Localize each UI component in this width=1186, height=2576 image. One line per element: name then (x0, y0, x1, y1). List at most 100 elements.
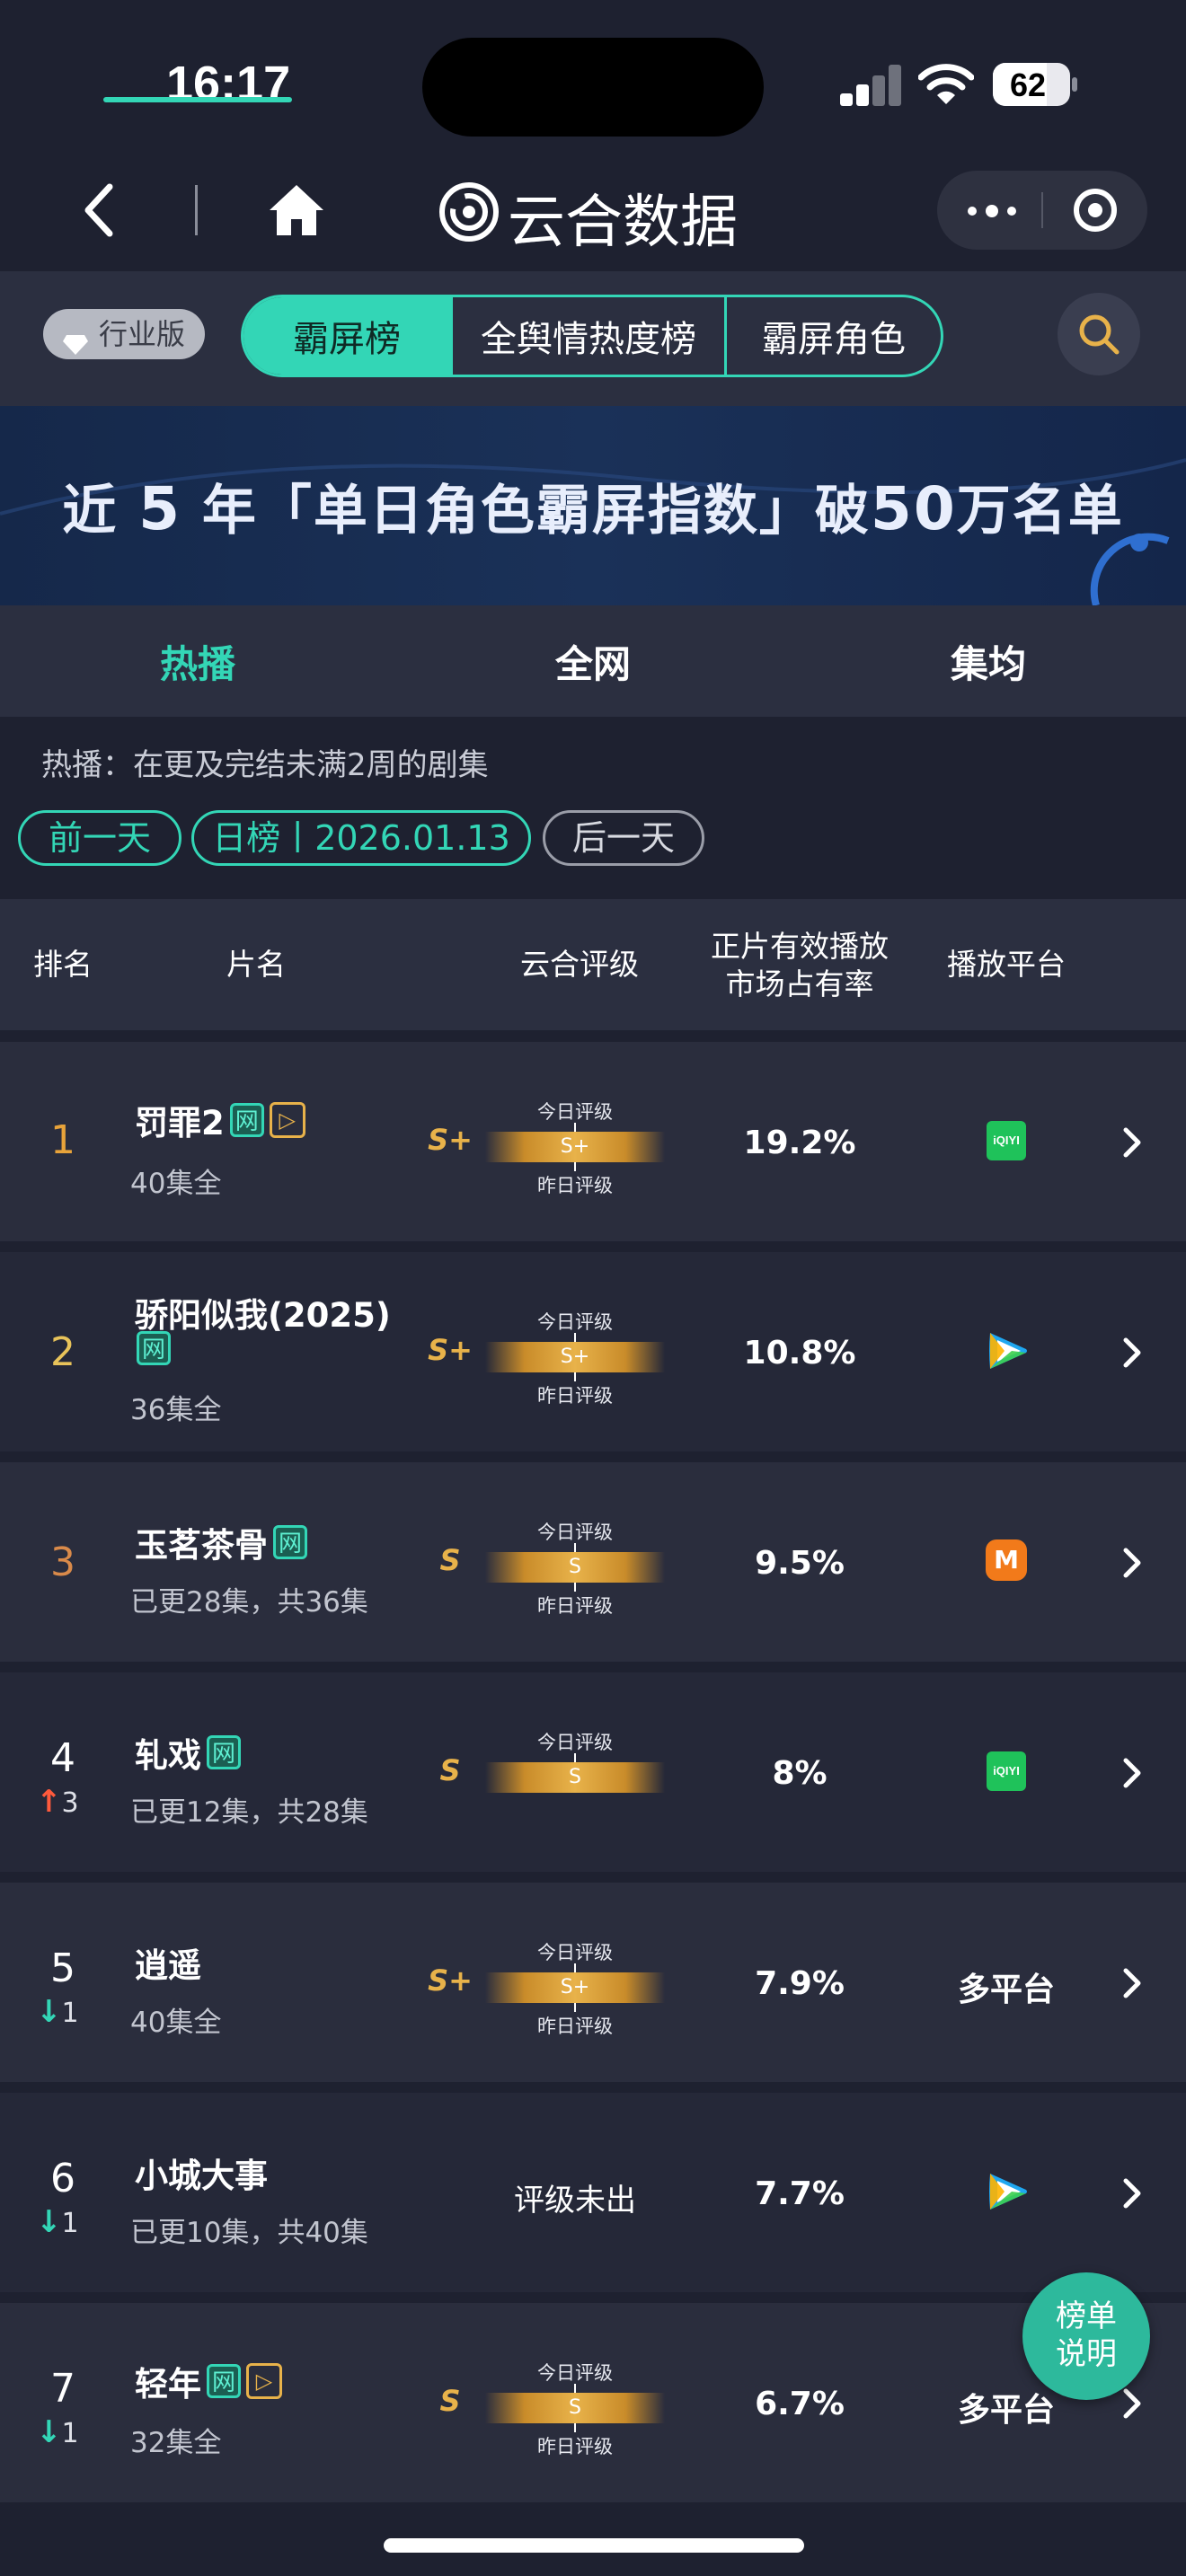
arrow-up-icon: ↑ (36, 1784, 62, 1820)
rank-change: ↓1 (36, 1994, 79, 2030)
header-share: 正片有效播放 市场占有率 (711, 929, 889, 1001)
table-row[interactable]: 3 玉茗茶骨 网 已更28集，共36集 S 今日评级 S 昨日评级 9.5% M (0, 1462, 1186, 1662)
rating-pending: 评级未出 (514, 2183, 636, 2219)
back-icon[interactable] (81, 181, 117, 239)
table-row[interactable]: 7 ↓1 轻年 网 ▷ 32集全 S 今日评级 S 昨日评级 6.7% 多平台 (0, 2303, 1186, 2502)
chevron-right-icon[interactable] (1121, 1547, 1143, 1579)
chevron-right-icon[interactable] (1121, 1126, 1143, 1159)
date-selector[interactable]: 日榜丨2026.01.13 (191, 810, 531, 866)
rank-number: 4 (50, 1735, 75, 1781)
header-platform: 播放平台 (947, 947, 1066, 982)
table-row[interactable]: 1 罚罪2 网 ▷ 40集全 S+ 今日评级 S+ 昨日评级 19.2% iQI… (0, 1042, 1186, 1241)
home-icon[interactable] (268, 183, 325, 237)
rating-grade: S (439, 1543, 461, 1577)
episode-info: 已更10集，共40集 (130, 2217, 368, 2249)
rating-bar: 今日评级 S+ 昨日评级 (485, 1308, 665, 1425)
wifi-icon (918, 64, 974, 104)
header-rank: 排名 (33, 947, 93, 982)
industry-edition-badge[interactable]: 行业版 (43, 309, 205, 359)
ranking-type-segment: 霸屏榜 全舆情热度榜 霸屏角色 (241, 295, 943, 377)
rating-bar: 今日评级 S (485, 1728, 665, 1845)
market-share: 7.9% (755, 1965, 845, 2002)
status-time: 16:17 (166, 57, 291, 110)
diamond-icon (63, 322, 88, 355)
next-day-button[interactable]: 后一天 (543, 810, 704, 866)
table-row[interactable]: 4 ↑3 轧戏 网 已更12集，共28集 S 今日评级 S 8% iQIYI (0, 1672, 1186, 1872)
ranking-explanation-button[interactable]: 榜单 说明 (1022, 2272, 1150, 2400)
rank-change: ↓1 (36, 2414, 79, 2450)
banner-title: 近 5 年「单日角色霸屏指数」破50万名单 (62, 474, 1124, 543)
tab-hot[interactable]: 热播 (63, 634, 332, 689)
episode-info: 已更12集，共28集 (130, 1796, 368, 1829)
rating-grade: S (439, 2384, 461, 2418)
episode-info: 40集全 (130, 2007, 222, 2039)
rating-bar: 今日评级 S+ 昨日评级 (485, 1098, 665, 1214)
platform-mgtv-icon: M (952, 1539, 1060, 1581)
show-title: 逍遥 (135, 1946, 201, 1985)
table-row[interactable]: 6 ↓1 小城大事 已更10集，共40集 评级未出 7.7% (0, 2093, 1186, 2292)
web-drama-tag: 网 (273, 1525, 307, 1559)
tab-description: 热播：在更及完结未满2周的剧集 (41, 747, 489, 783)
web-drama-tag: 网 (137, 1331, 171, 1365)
arrow-down-icon: ↓ (36, 1994, 62, 2030)
home-indicator[interactable] (384, 2538, 804, 2553)
tab-bar: 热播 全网 集均 (0, 605, 1186, 717)
market-share: 8% (772, 1755, 828, 1792)
yunhe-logo-icon (439, 182, 499, 242)
app-title: 云合数据 (508, 190, 738, 256)
rating-grade: S (439, 1753, 461, 1787)
search-button[interactable] (1058, 293, 1140, 375)
promo-banner[interactable]: 近 5 年「单日角色霸屏指数」破50万名单 (0, 406, 1186, 605)
rank-number: 5 (50, 1945, 75, 1991)
nav-divider (195, 185, 198, 235)
close-miniprogram-icon[interactable] (1074, 189, 1117, 232)
header-name: 片名 (226, 947, 286, 982)
tab-per-episode[interactable]: 集均 (854, 634, 1123, 689)
exclusive-play-icon: ▷ (246, 2363, 282, 2399)
chevron-right-icon[interactable] (1121, 2177, 1143, 2210)
table-row[interactable]: 2 骄阳似我(2025) 网 36集全 S+ 今日评级 S+ 昨日评级 10.8… (0, 1252, 1186, 1451)
prev-day-button[interactable]: 前一天 (18, 810, 181, 866)
rank-change: ↓1 (36, 2204, 79, 2240)
episode-info: 32集全 (130, 2427, 222, 2459)
platform-tencent-video-icon (989, 1333, 1027, 1369)
platform-iqiyi-icon: iQIYI (952, 1751, 1060, 1791)
show-title: 骄阳似我(2025) (135, 1296, 391, 1335)
market-share: 19.2% (743, 1125, 856, 1161)
market-share: 6.7% (755, 2386, 845, 2422)
episode-info: 40集全 (130, 1168, 222, 1200)
search-icon (1079, 314, 1120, 355)
rank-change: ↑3 (36, 1784, 79, 1820)
more-icon[interactable] (968, 205, 1022, 217)
rating-bar: 今日评级 S+ 昨日评级 (485, 1938, 665, 2055)
rank-number: 1 (50, 1117, 75, 1163)
segment-screen-dominance[interactable]: 霸屏榜 (243, 297, 450, 375)
rank-number: 3 (50, 1539, 75, 1585)
platform-multi: 多平台 (957, 2392, 1055, 2429)
rating-grade: S+ (428, 1333, 473, 1367)
rating-grade: S+ (428, 1963, 473, 1998)
segment-roles[interactable]: 霸屏角色 (727, 297, 941, 375)
show-title: 小城大事 (135, 2157, 268, 2195)
tab-underline (103, 97, 292, 102)
episode-info: 36集全 (130, 1394, 222, 1426)
web-drama-tag: 网 (207, 1735, 241, 1769)
dynamic-island (422, 38, 764, 137)
badge-label: 行业版 (99, 317, 186, 351)
platform-iqiyi-icon: iQIYI (952, 1121, 1060, 1160)
chevron-right-icon[interactable] (1121, 1337, 1143, 1369)
show-title: 玉茗茶骨 网 (135, 1518, 307, 1566)
chevron-right-icon[interactable] (1121, 1967, 1143, 1999)
show-title: 轻年 网 ▷ (135, 2357, 282, 2405)
show-title: 罚罪2 网 ▷ (135, 1096, 305, 1144)
market-share: 7.7% (755, 2175, 845, 2212)
table-row[interactable]: 5 ↓1 逍遥 40集全 S+ 今日评级 S+ 昨日评级 7.9% 多平台 (0, 1883, 1186, 2082)
tab-all-network[interactable]: 全网 (458, 634, 728, 689)
rank-number: 7 (50, 2366, 75, 2412)
segment-public-opinion[interactable]: 全舆情热度榜 (453, 297, 724, 375)
chevron-right-icon[interactable] (1121, 2387, 1143, 2420)
arrow-down-icon: ↓ (36, 2204, 62, 2240)
chevron-right-icon[interactable] (1121, 1757, 1143, 1789)
web-drama-tag: 网 (207, 2364, 241, 2398)
header-rating: 云合评级 (520, 947, 639, 982)
